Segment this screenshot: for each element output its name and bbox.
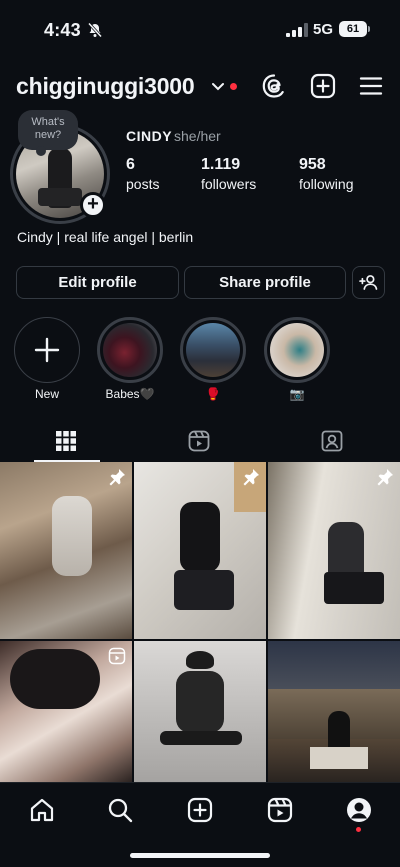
highlight-camera[interactable]: 📷 <box>264 317 330 401</box>
add-person-icon <box>359 275 378 290</box>
stat-label: following <box>299 176 354 192</box>
stat-label: posts <box>126 176 160 192</box>
tab-grid[interactable] <box>0 424 133 462</box>
pin-icon <box>109 469 125 486</box>
notification-dot <box>230 83 237 90</box>
bell-off-icon <box>87 22 103 38</box>
menu-icon[interactable] <box>358 73 384 99</box>
home-indicator <box>130 853 270 858</box>
highlight-cover <box>180 317 246 383</box>
create-icon[interactable] <box>186 796 214 824</box>
pin-icon <box>243 469 259 486</box>
post-thumbnail[interactable] <box>0 462 132 639</box>
profile-header: chigginuggi3000 <box>0 68 400 108</box>
battery-indicator: 61 <box>339 21 370 37</box>
highlight-label: 📷 <box>289 387 305 401</box>
stat-number: 6 <box>126 156 135 173</box>
discover-people-button[interactable] <box>352 266 385 299</box>
tab-reels[interactable] <box>133 424 266 462</box>
grid-icon <box>56 431 76 451</box>
search-icon[interactable] <box>106 796 134 824</box>
pronouns: she/her <box>174 128 221 144</box>
stat-label: followers <box>201 176 257 192</box>
highlight-babes[interactable]: Babes🖤 <box>97 317 163 401</box>
note-bubble[interactable]: What's new? <box>18 110 78 156</box>
signal-icon <box>286 23 308 37</box>
post-thumbnail[interactable] <box>134 462 266 639</box>
post-grid <box>0 462 400 782</box>
threads-icon[interactable] <box>261 73 287 99</box>
post-thumbnail[interactable] <box>134 641 266 782</box>
profile-nav-icon[interactable] <box>345 796 373 824</box>
highlight-new[interactable]: New <box>14 317 80 401</box>
status-time: 4:43 <box>44 20 81 40</box>
stat-number: 1.119 <box>201 156 241 173</box>
post-thumbnail[interactable] <box>268 641 400 782</box>
stat-following[interactable]: 958 following <box>299 156 353 192</box>
post-thumbnail[interactable] <box>268 462 400 639</box>
home-icon[interactable] <box>28 796 56 824</box>
bio: Cindy | real life angel | berlin <box>17 229 194 245</box>
post-thumbnail[interactable] <box>0 641 132 782</box>
pin-icon <box>377 469 393 486</box>
highlight-cover <box>97 317 163 383</box>
highlight-label: 🥊 <box>205 387 221 401</box>
stat-posts[interactable]: 6 posts <box>126 156 159 192</box>
highlight-boxing[interactable]: 🥊 <box>180 317 246 401</box>
highlight-cover <box>264 317 330 383</box>
stat-followers[interactable]: 1.119 followers <box>201 156 256 192</box>
highlight-label: New <box>34 387 59 401</box>
edit-profile-button[interactable]: Edit profile <box>16 266 179 299</box>
chevron-down-icon[interactable] <box>212 82 224 92</box>
profile-notification-dot <box>356 827 361 832</box>
add-story-button[interactable]: + <box>80 192 106 218</box>
status-bar: 4:43 5G 61 <box>0 0 400 58</box>
new-highlight-circle <box>14 317 80 383</box>
reel-icon <box>108 647 126 665</box>
username-switcher[interactable]: chigginuggi3000 <box>16 73 195 100</box>
tagged-icon <box>321 430 343 452</box>
highlight-label: Babes🖤 <box>105 387 155 401</box>
reels-nav-icon[interactable] <box>266 796 294 824</box>
share-profile-button[interactable]: Share profile <box>184 266 346 299</box>
network-label: 5G <box>313 21 334 38</box>
tab-tagged[interactable] <box>266 424 399 462</box>
display-name: CINDY <box>126 128 173 144</box>
reels-icon <box>188 430 210 452</box>
profile-tabs <box>0 424 400 462</box>
create-post-icon[interactable] <box>310 73 336 99</box>
stat-number: 958 <box>299 156 326 173</box>
plus-icon <box>34 337 60 363</box>
